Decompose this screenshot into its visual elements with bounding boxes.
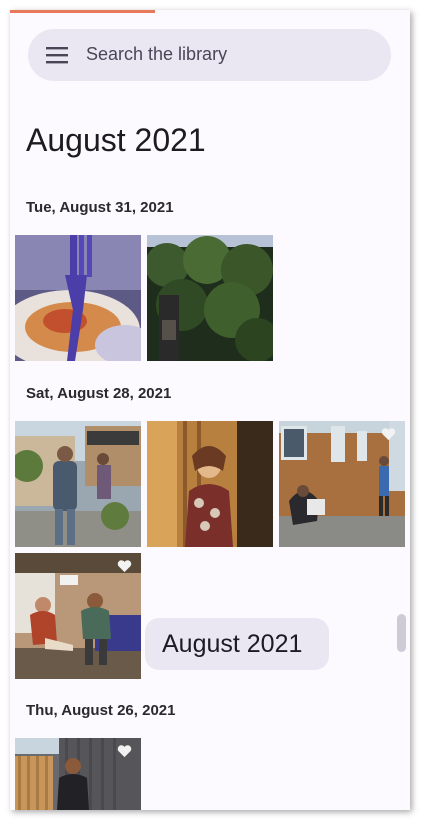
month-title: August 2021: [26, 122, 206, 158]
search-placeholder[interactable]: Search the library: [86, 44, 227, 65]
photo-thumbnail[interactable]: [147, 421, 273, 547]
progress-indicator: [10, 10, 155, 13]
photo-thumbnail[interactable]: [147, 235, 273, 361]
photo-thumbnail[interactable]: [15, 738, 141, 810]
photo-thumbnail[interactable]: [279, 421, 405, 547]
app-screen: Search the library August 2021 Tue, Augu…: [10, 10, 410, 810]
favorite-heart-icon[interactable]: [117, 559, 132, 573]
date-header: Thu, August 26, 2021: [26, 702, 176, 719]
date-header: Tue, August 31, 2021: [26, 199, 174, 216]
scroll-date-bubble: August 2021: [145, 618, 329, 670]
scroll-date-label: August 2021: [162, 630, 303, 658]
favorite-heart-icon[interactable]: [117, 744, 132, 758]
search-bar[interactable]: Search the library: [28, 29, 391, 81]
menu-icon[interactable]: [46, 45, 68, 65]
date-header: Sat, August 28, 2021: [26, 385, 172, 402]
photo-thumbnail[interactable]: [15, 553, 141, 679]
photo-thumbnail[interactable]: [15, 421, 141, 547]
photo-thumbnail[interactable]: [15, 235, 141, 361]
scrollbar-thumb[interactable]: [397, 614, 406, 652]
favorite-heart-icon[interactable]: [381, 427, 396, 441]
